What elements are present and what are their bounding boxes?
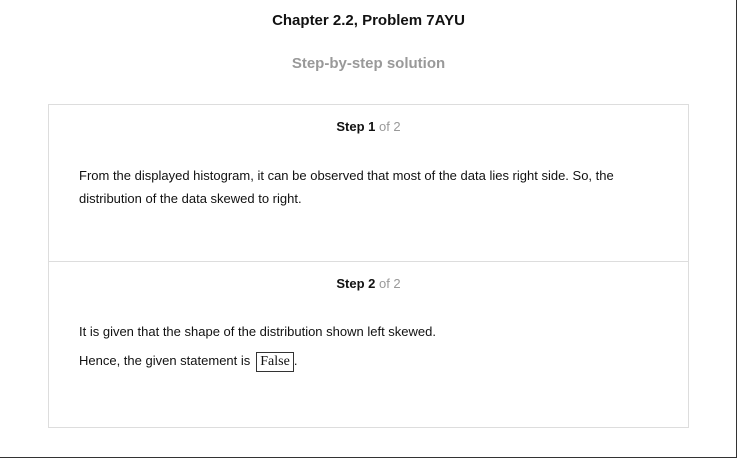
step-1: Step 1 of 2 From the displayed histogram… xyxy=(49,105,688,262)
step-1-label: Step 1 xyxy=(336,119,376,134)
step-1-count: of 2 xyxy=(375,119,401,134)
step-2-header: Step 2 of 2 xyxy=(49,276,688,291)
step-2-line-2: Hence, the given statement is False. xyxy=(79,349,659,372)
step-2-conclusion: Hence, the given statement is xyxy=(79,353,251,368)
step-2-count: of 2 xyxy=(375,276,401,291)
step-2-body: It is given that the shape of the distri… xyxy=(79,320,659,372)
step-1-text: From the displayed histogram, it can be … xyxy=(79,168,614,206)
step-2-period: . xyxy=(293,353,298,368)
step-1-header: Step 1 of 2 xyxy=(49,119,688,134)
step-2-line-1: It is given that the shape of the distri… xyxy=(79,324,436,339)
solution-steps: Step 1 of 2 From the displayed histogram… xyxy=(48,104,689,428)
answer-box: False xyxy=(256,351,294,372)
chapter-title: Chapter 2.2, Problem 7AYU xyxy=(272,12,465,29)
step-2: Step 2 of 2 It is given that the shape o… xyxy=(49,262,688,427)
solution-subtitle: Step-by-step solution xyxy=(291,55,446,72)
step-2-label: Step 2 xyxy=(336,276,376,291)
